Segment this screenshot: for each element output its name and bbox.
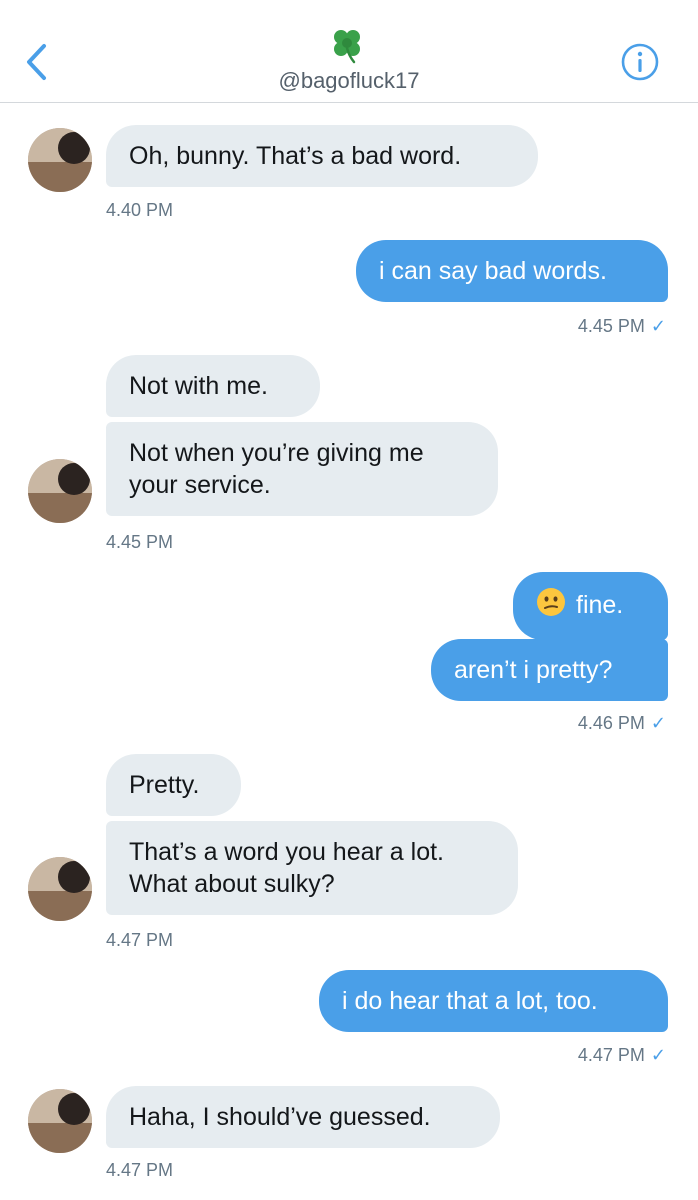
avatar[interactable] (28, 459, 92, 523)
message-bubble-outgoing[interactable]: i can say bad words. (356, 240, 668, 302)
avatar[interactable] (28, 857, 92, 921)
message-text: Haha, I should’ve guessed. (129, 1103, 431, 1131)
message-text: i can say bad words. (379, 257, 607, 285)
confused-face-emoji (536, 587, 566, 625)
read-receipt-icon: ✓ (650, 316, 666, 336)
message-text: fine. (576, 591, 624, 619)
message-text: That’s a word you hear a lot. What about… (129, 838, 444, 898)
message-bubble-incoming[interactable]: Pretty. (106, 754, 241, 816)
read-receipt-icon: ✓ (650, 1045, 666, 1065)
message-timestamp: 4.47 PM (106, 1160, 174, 1180)
message-text: Pretty. (129, 771, 200, 799)
message-timestamp: 4.40 PM (106, 200, 174, 220)
message-text: aren’t i pretty? (454, 656, 613, 684)
avatar[interactable] (28, 128, 92, 192)
conversation-handle[interactable]: @bagofluck17 (0, 68, 698, 94)
message-text: Not with me. (129, 372, 268, 400)
message-text: Oh, bunny. That’s a bad word. (129, 142, 462, 170)
message-timestamp: 4.46 PM (577, 713, 645, 733)
read-receipt-icon: ✓ (650, 713, 666, 733)
message-bubble-outgoing[interactable]: aren’t i pretty? (431, 639, 668, 701)
message-text: Not when you’re giving me your service. (129, 439, 424, 499)
message-timestamp-row: 4.46 PM ✓ (460, 713, 666, 734)
message-timestamp: 4.45 PM (106, 532, 174, 552)
message-bubble-incoming[interactable]: Not when you’re giving me your service. (106, 422, 498, 516)
message-timestamp: 4.47 PM (577, 1045, 645, 1065)
message-bubble-outgoing[interactable]: i do hear that a lot, too. (319, 970, 668, 1032)
conversation-header: @bagofluck17 (0, 0, 698, 103)
message-bubble-outgoing[interactable]: fine. (513, 572, 668, 640)
avatar[interactable] (28, 1089, 92, 1153)
message-text: i do hear that a lot, too. (342, 987, 598, 1015)
message-bubble-incoming[interactable]: That’s a word you hear a lot. What about… (106, 821, 518, 915)
message-bubble-incoming[interactable]: Haha, I should’ve guessed. (106, 1086, 500, 1148)
message-timestamp-row: 4.47 PM ✓ (460, 1045, 666, 1066)
four-leaf-clover-icon (334, 30, 360, 64)
message-timestamp: 4.47 PM (106, 930, 174, 950)
message-bubble-incoming[interactable]: Not with me. (106, 355, 320, 417)
message-timestamp: 4.45 PM (577, 316, 645, 336)
info-button[interactable] (620, 42, 660, 82)
info-icon (621, 43, 659, 81)
message-timestamp-row: 4.45 PM ✓ (460, 316, 666, 337)
message-bubble-incoming[interactable]: Oh, bunny. That’s a bad word. (106, 125, 538, 187)
